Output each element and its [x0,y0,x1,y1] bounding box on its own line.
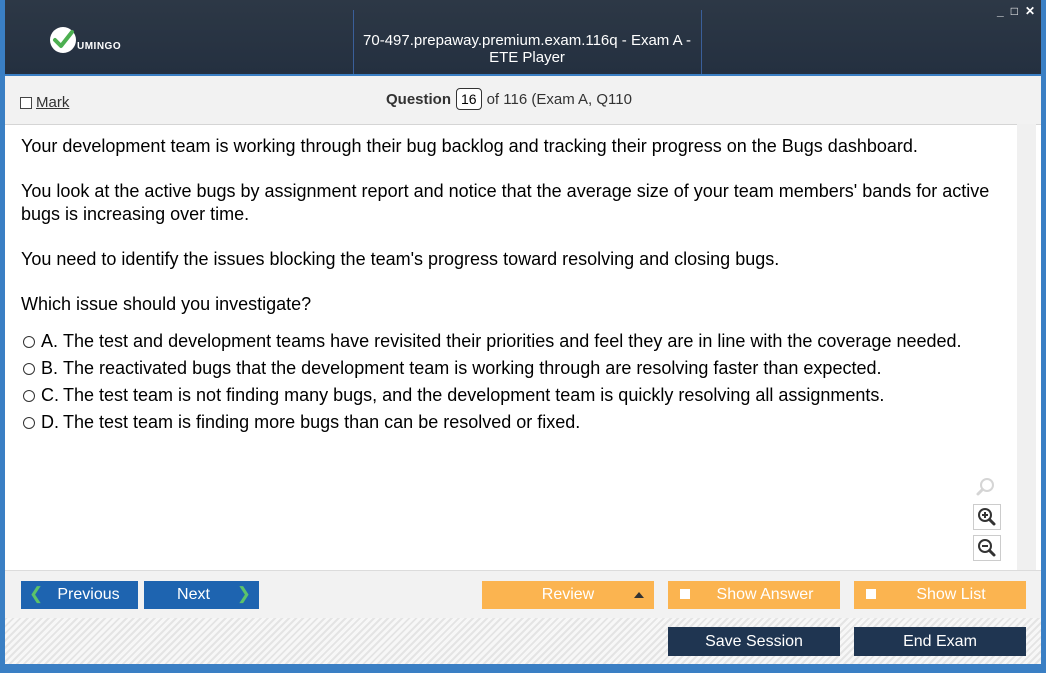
end-exam-label: End Exam [903,632,977,650]
checkbox-icon[interactable] [680,589,690,599]
minimize-icon[interactable]: _ [997,4,1004,18]
previous-button[interactable]: ❮ Previous [21,581,138,609]
review-button[interactable]: Review [482,581,654,609]
answer-option-b[interactable]: B. The reactivated bugs that the develop… [21,357,1016,380]
show-list-toggle[interactable]: Show List [854,581,1026,609]
logo-text: UMINGO [77,40,122,52]
checkbox-icon[interactable] [866,589,876,599]
question-total: of 116 (Exam A, Q110 [486,90,632,108]
show-list-label: Show List [916,586,986,603]
title-bar: UMINGO 70-497.prepaway.premium.exam.116q… [5,0,1041,74]
answer-letter: C. [41,385,59,405]
caret-up-icon [634,592,644,598]
question-paragraph: Your development team is working through… [21,136,918,156]
answer-text[interactable]: The test team is not finding many bugs, … [63,385,884,405]
save-session-button[interactable]: Save Session [668,627,840,656]
radio-button[interactable] [23,363,35,375]
next-label: Next [177,586,210,603]
review-label: Review [541,586,595,603]
answer-letter: D. [41,412,59,432]
question-counter: Question 16 of 116 (Exam A, Q110 [386,88,632,110]
radio-button[interactable] [23,417,35,429]
answer-letter: A. [41,331,59,351]
answer-text[interactable]: The test team is finding more bugs than … [63,412,580,432]
chevron-right-icon: ❯ [236,584,251,603]
zoom-out-icon[interactable] [973,535,1001,561]
window-title: 70-497.prepaway.premium.exam.116q - Exam… [363,32,691,66]
bottom-border [5,664,1041,668]
mark-checkbox[interactable]: Mark [20,94,69,111]
answer-option-c[interactable]: C. The test team is not finding many bug… [21,384,1016,407]
question-number-input[interactable]: 16 [456,88,482,110]
answer-text[interactable]: The reactivated bugs that the developmen… [63,358,881,378]
question-header: Mark Question 16 of 116 (Exam A, Q110 [5,76,1041,125]
save-session-label: Save Session [705,632,803,650]
app-window: UMINGO 70-497.prepaway.premium.exam.116q… [5,0,1041,668]
end-exam-button[interactable]: End Exam [854,627,1026,656]
question-content: Your development team is working through… [21,124,1016,564]
radio-button[interactable] [23,390,35,402]
answer-letter: B. [41,358,59,378]
answer-option-a[interactable]: A. The test and development teams have r… [21,330,1016,353]
app-logo: UMINGO [50,24,121,56]
answer-option-d[interactable]: D. The test team is finding more bugs th… [21,411,1016,434]
title-separator [701,10,702,74]
question-paragraph: You need to identify the issues blocking… [21,249,780,269]
zoom-controls [973,475,1001,566]
question-paragraph: You look at the active bugs by assignmen… [21,181,990,224]
next-button[interactable]: Next ❯ [144,581,259,609]
show-answer-label: Show Answer [716,586,814,603]
show-answer-toggle[interactable]: Show Answer [668,581,840,609]
maximize-icon[interactable]: □ [1011,4,1018,18]
mark-label[interactable]: Mark [36,94,69,111]
checkmark-logo-icon [50,27,76,53]
vertical-scrollbar[interactable] [1017,124,1036,570]
radio-button[interactable] [23,336,35,348]
previous-label: Previous [57,586,120,603]
mark-checkbox-box[interactable] [20,96,32,109]
window-controls: _ □ ✕ [997,4,1035,18]
chevron-left-icon: ❮ [29,584,44,603]
session-bar: Save Session End Exam [5,618,1041,664]
navigation-bar: ❮ Previous Next ❯ Review Show Answer Sho… [5,570,1041,619]
question-prompt: Which issue should you investigate? [21,294,312,314]
answer-text[interactable]: The test and development teams have revi… [63,331,962,351]
answer-list: A. The test and development teams have r… [21,330,1016,434]
close-icon[interactable]: ✕ [1025,4,1035,18]
magnifier-icon [973,475,999,499]
zoom-in-icon[interactable] [973,504,1001,530]
question-label: Question [386,90,452,108]
